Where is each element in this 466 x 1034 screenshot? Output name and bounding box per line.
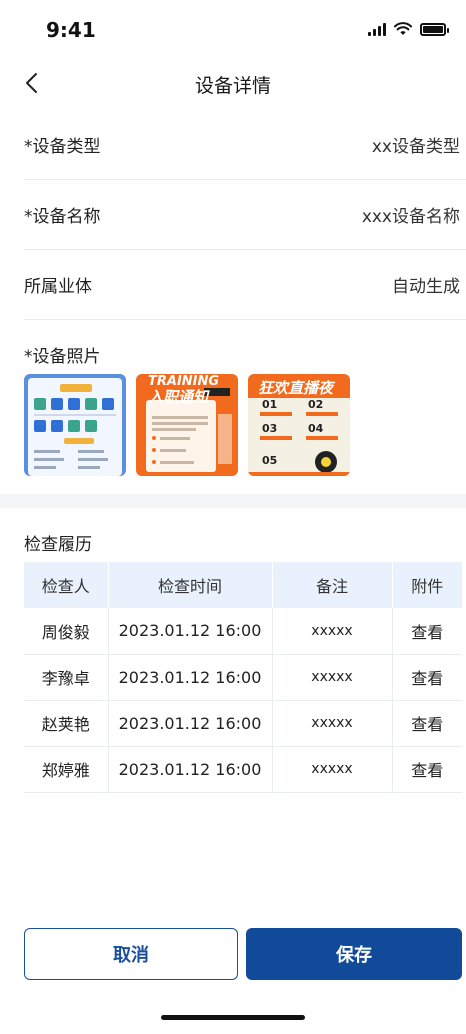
table-row: 李豫卓 2023.01.12 16:00 xxxxx 查看 [24, 654, 462, 701]
home-indicator[interactable] [161, 1015, 305, 1020]
table-row: 郑婷雅 2023.01.12 16:00 xxxxx 查看 [24, 746, 462, 793]
photo-thumbnail-1[interactable] [24, 374, 126, 476]
field-value: xx设备类型 [371, 137, 460, 157]
save-button[interactable]: 保存 [246, 928, 462, 980]
field-value: xxx设备名称 [361, 207, 460, 227]
field-label: *设备名称 [24, 207, 101, 227]
field-label: 所属业体 [24, 277, 92, 297]
view-attachment-link[interactable]: 查看 [392, 700, 462, 747]
view-attachment-link[interactable]: 查看 [392, 608, 462, 655]
photo-gallery: TRAINING 入职通知 狂欢直播夜 01 02 03 04 05 [24, 374, 350, 476]
column-header: 附件 [392, 562, 462, 608]
field-business-unit: 所属业体 自动生成 [24, 250, 466, 320]
inspector-cell: 周俊毅 [24, 608, 109, 655]
view-attachment-link[interactable]: 查看 [392, 654, 462, 701]
inspector-cell: 赵荚艳 [24, 700, 109, 747]
status-bar: 9:41 [0, 0, 466, 56]
app-screenshot-image [28, 378, 122, 476]
note-cell: xxxxx [272, 700, 393, 747]
inspector-cell: 郑婷雅 [24, 746, 109, 793]
note-cell: xxxxx [272, 746, 393, 793]
section-title: 检查履历 [24, 535, 92, 555]
column-header: 检查时间 [108, 562, 273, 608]
poster-item: 05 [262, 454, 278, 467]
table-header-row: 检查人 检查时间 备注 附件 [24, 562, 462, 608]
footer-actions: 取消 保存 [0, 918, 466, 1034]
inspector-cell: 李豫卓 [24, 654, 109, 701]
field-device-type: *设备类型 xx设备类型 [24, 110, 466, 180]
photo-thumbnail-3[interactable]: 狂欢直播夜 01 02 03 04 05 [248, 374, 350, 476]
note-cell: xxxxx [272, 608, 393, 655]
status-icons [368, 22, 449, 36]
field-device-name: *设备名称 xxx设备名称 [24, 180, 466, 250]
inspection-history-card: 检查履历 检查人 检查时间 备注 附件 周俊毅 2023.01.12 16:00… [0, 508, 466, 918]
wifi-icon [394, 22, 412, 35]
device-info-card: *设备类型 xx设备类型 *设备名称 xxx设备名称 所属业体 自动生成 *设备… [0, 110, 466, 494]
cancel-button[interactable]: 取消 [24, 928, 238, 980]
note-cell: xxxxx [272, 654, 393, 701]
time-cell: 2023.01.12 16:00 [108, 746, 273, 793]
poster-title-text: 狂欢直播夜 [258, 379, 334, 397]
column-header: 备注 [272, 562, 393, 608]
poster-item: 04 [308, 422, 324, 435]
page-title: 设备详情 [194, 75, 271, 97]
field-value: 自动生成 [392, 277, 460, 297]
poster-item: 01 [262, 398, 278, 411]
photo-thumbnail-2[interactable]: TRAINING 入职通知 [136, 374, 238, 476]
table-row: 赵荚艳 2023.01.12 16:00 xxxxx 查看 [24, 700, 462, 747]
status-time: 9:41 [46, 18, 96, 42]
battery-icon [420, 22, 449, 36]
signal-icon [368, 22, 386, 36]
time-cell: 2023.01.12 16:00 [108, 654, 273, 701]
time-cell: 2023.01.12 16:00 [108, 700, 273, 747]
field-label: *设备类型 [24, 137, 101, 157]
poster-item: 03 [262, 422, 278, 435]
nav-bar: 设备详情 [0, 56, 466, 110]
time-cell: 2023.01.12 16:00 [108, 608, 273, 655]
poster-notice-text: 入职通知 [148, 388, 209, 406]
history-table: 检查人 检查时间 备注 附件 周俊毅 2023.01.12 16:00 xxxx… [24, 562, 462, 793]
photos-label: *设备照片 [24, 347, 101, 367]
table-row: 周俊毅 2023.01.12 16:00 xxxxx 查看 [24, 608, 462, 655]
view-attachment-link[interactable]: 查看 [392, 746, 462, 793]
poster-item: 02 [308, 398, 324, 411]
column-header: 检查人 [24, 562, 109, 608]
